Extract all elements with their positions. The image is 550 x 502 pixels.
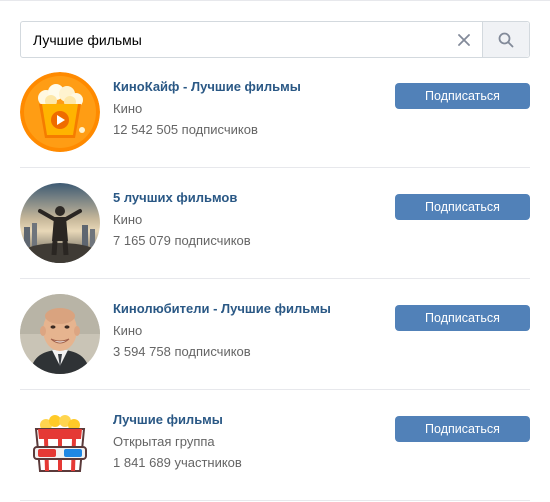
group-category: Кино xyxy=(113,212,143,227)
divider xyxy=(20,389,530,390)
result-info: КиноКайф - Лучшие фильмы Кино 12 542 505… xyxy=(113,78,301,138)
search-bar xyxy=(20,21,530,58)
group-title[interactable]: 5 лучших фильмов xyxy=(113,189,251,206)
divider xyxy=(20,500,530,501)
top-divider xyxy=(0,0,550,1)
search-icon xyxy=(498,32,514,47)
divider xyxy=(20,167,530,168)
subscribe-button[interactable]: Подписаться xyxy=(395,83,530,109)
list-item: 5 лучших фильмов Кино 7 165 079 подписчи… xyxy=(20,183,530,294)
subscribe-button[interactable]: Подписаться xyxy=(395,194,530,220)
group-category: Кино xyxy=(113,101,143,116)
popcorn-3d-glasses-icon xyxy=(20,405,100,485)
divider xyxy=(20,278,530,279)
avatar[interactable] xyxy=(20,294,100,374)
search-button[interactable] xyxy=(482,22,529,57)
popcorn-play-icon xyxy=(20,72,100,152)
result-info: 5 лучших фильмов Кино 7 165 079 подписчи… xyxy=(113,189,251,249)
member-count: 1 841 689 участников xyxy=(113,455,242,470)
results-list: КиноКайф - Лучшие фильмы Кино 12 542 505… xyxy=(20,72,530,502)
man-in-city-photo xyxy=(20,183,100,263)
search-input[interactable] xyxy=(21,22,446,57)
result-info: Кинолюбители - Лучшие фильмы Кино 3 594 … xyxy=(113,300,331,360)
group-category: Открытая группа xyxy=(113,434,215,449)
group-category: Кино xyxy=(113,323,143,338)
avatar[interactable] xyxy=(20,405,100,485)
avatar[interactable] xyxy=(20,183,100,263)
member-count: 3 594 758 подписчиков xyxy=(113,344,251,359)
list-item: Кинолюбители - Лучшие фильмы Кино 3 594 … xyxy=(20,294,530,405)
clear-search-button[interactable] xyxy=(446,22,482,57)
smiling-man-photo xyxy=(20,294,100,374)
group-title[interactable]: Кинолюбители - Лучшие фильмы xyxy=(113,300,331,317)
list-item: Лучшие фильмы Открытая группа 1 841 689 … xyxy=(20,405,530,502)
result-info: Лучшие фильмы Открытая группа 1 841 689 … xyxy=(113,411,242,471)
close-icon xyxy=(458,33,470,46)
avatar[interactable] xyxy=(20,72,100,152)
member-count: 7 165 079 подписчиков xyxy=(113,233,251,248)
group-title[interactable]: КиноКайф - Лучшие фильмы xyxy=(113,78,301,95)
member-count: 12 542 505 подписчиков xyxy=(113,122,258,137)
group-title[interactable]: Лучшие фильмы xyxy=(113,411,242,428)
subscribe-button[interactable]: Подписаться xyxy=(395,305,530,331)
list-item: КиноКайф - Лучшие фильмы Кино 12 542 505… xyxy=(20,72,530,183)
subscribe-button[interactable]: Подписаться xyxy=(395,416,530,442)
